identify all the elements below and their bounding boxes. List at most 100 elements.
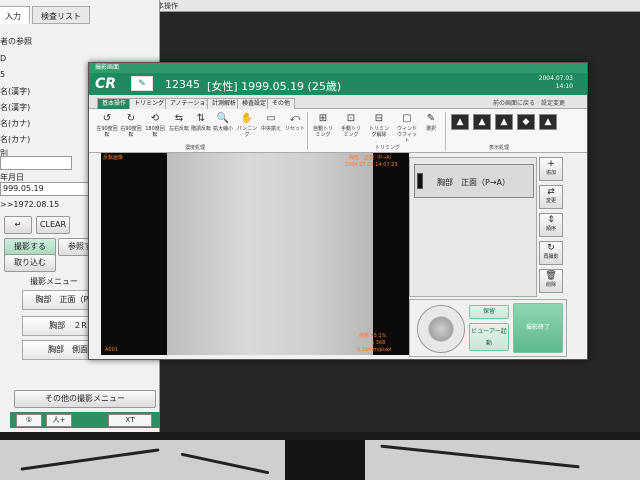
image-viewer[interactable]: 反転画像 胸部 正面（P→A） 2004.07.03 14:07:23 A001…	[101, 153, 409, 355]
rotate-left-button[interactable]: ↺ 左90度回転	[95, 113, 119, 143]
flip-horizontal-button[interactable]: ⇆ 左右反転	[167, 113, 191, 143]
tab-exam-list[interactable]: 検査リスト	[32, 6, 90, 24]
clear-button[interactable]: CLEAR	[36, 216, 70, 234]
exam-list: 胸部 正面（P→A）	[409, 157, 537, 297]
patient-edit-icon[interactable]: ✎	[131, 76, 153, 91]
magnifier-icon: 🔍	[216, 113, 230, 124]
window-fit-icon: ▢	[402, 113, 412, 124]
import-button[interactable]: 取り込む	[4, 254, 56, 272]
center-button[interactable]: ▭ 中央揃え	[259, 113, 283, 143]
reset-icon: ⤺	[289, 113, 301, 124]
pan-button[interactable]: ✋ パンニング	[235, 113, 259, 143]
viewer-overlay-pixel: 0.15mm/pixel	[357, 347, 392, 353]
rotate-right-button[interactable]: ↻ 右90度回転	[119, 113, 143, 143]
image-process-5-button[interactable]: ▲	[539, 114, 557, 130]
header-time: 14:10	[555, 83, 573, 90]
toolbar: ↺ 左90度回転 ↻ 右90度回転 ⟲ 180度回転 ⇆ 左右反転 ⇅ 階調反転 🔍 拡大縮…	[89, 109, 587, 153]
retake-button[interactable]: ↻ 再撮影	[539, 241, 563, 265]
invert-button[interactable]: ⇅ 階調反転	[189, 113, 213, 143]
patient-header: CR ✎ 12345 [女性] 1999.05.19 (25歳) 2004.07…	[89, 73, 587, 95]
manual-trim-button[interactable]: ⊡ 手動トリミング	[339, 113, 363, 143]
field-label: 者の参照	[0, 37, 32, 46]
invert-icon: ⇅	[196, 113, 206, 124]
viewer-overlay-invert: 反転画像	[103, 155, 124, 161]
viewer-overlay-exam: 胸部 正面（P→A）	[349, 155, 395, 161]
add-patient-button[interactable]: 人+	[46, 414, 72, 427]
rotate-180-button[interactable]: ⟲ 180度回転	[143, 113, 167, 143]
back-button[interactable]: ↵	[4, 216, 32, 234]
monitor-screen: 基本操作 入力 検査リスト 者の参照 D 5 名(漢字) 名(漢字) 名(カナ)…	[0, 0, 640, 432]
monitor-stand	[285, 440, 365, 480]
group-label: トリミング	[375, 145, 401, 151]
crop-icon: ⊞	[318, 113, 328, 124]
hold-button[interactable]: 保留	[469, 305, 509, 319]
tab-other[interactable]: その他	[267, 98, 296, 109]
other-menu-button[interactable]: その他の撮影メニュー	[14, 390, 156, 408]
hand-icon: ✋	[240, 113, 254, 124]
tab-basic[interactable]: 基本操作	[97, 98, 132, 109]
patient-info: [女性] 1999.05.19 (25歳)	[207, 80, 342, 93]
viewer-launch-button[interactable]: ビューアー起動	[469, 323, 509, 351]
image-process-2-button[interactable]: ▲	[473, 114, 491, 130]
toolbar-separator	[307, 112, 308, 150]
window-fit-button[interactable]: ▢ ウィンドウフィット	[395, 113, 419, 144]
center-icon: ▭	[266, 113, 276, 124]
background-window-titlebar	[145, 0, 640, 12]
capture-dialog: 撮影画面 CR ✎ 12345 [女性] 1999.05.19 (25歳) 20…	[88, 62, 588, 360]
info-button[interactable]: ①	[16, 414, 42, 427]
crop-release-icon: ⊟	[374, 113, 384, 124]
xt-button[interactable]: XT	[108, 414, 152, 427]
flip-icon: ⇆	[174, 113, 184, 124]
rotate-right-icon: ↻	[126, 113, 136, 124]
toolbar-separator	[445, 112, 446, 150]
tab-measure[interactable]: 計測解析	[207, 98, 242, 109]
field-label: 名(漢字)	[0, 87, 31, 96]
tab-input[interactable]: 入力	[0, 6, 30, 24]
birthdate-field[interactable]: 999.05.19	[0, 182, 92, 196]
crop-manual-icon: ⊡	[346, 113, 356, 124]
pen-icon: ✎	[426, 113, 436, 124]
patient-id: 12345	[165, 78, 200, 91]
delete-button[interactable]: 🗑 削除	[539, 269, 563, 293]
field-value: >>1972.08.15	[0, 200, 60, 209]
order-button[interactable]: ⇕ 順序	[539, 213, 563, 237]
joystick-knob[interactable]	[429, 317, 453, 341]
swap-icon: ⇄	[547, 187, 555, 197]
field-label: 名(漢字)	[0, 103, 31, 112]
xray-image	[167, 153, 373, 355]
header-date: 2004.07.03	[538, 75, 573, 82]
dialog-titlebar: 撮影画面	[89, 63, 587, 73]
sex-select[interactable]	[0, 156, 72, 170]
select-button[interactable]: ✎ 選択	[419, 113, 443, 143]
image-process-4-button[interactable]: ◆	[517, 114, 535, 130]
exam-item[interactable]: 胸部 正面（P→A）	[414, 164, 534, 198]
image-process-3-button[interactable]: ▲	[495, 114, 513, 130]
trim-release-button[interactable]: ⊟ トリミング解除	[367, 113, 391, 143]
tab-exam-settings[interactable]: 検査設定	[237, 98, 272, 109]
rotate-left-icon: ↺	[102, 113, 112, 124]
image-process-1-button[interactable]: ▲	[451, 114, 469, 130]
tab-bar: 基本操作 トリミング アノテーション 計測解析 検査設定 その他 前の画面に戻る…	[89, 95, 587, 109]
viewer-overlay-scale: 縮率 45.1%	[359, 333, 387, 339]
order-icon: ⇕	[547, 215, 555, 225]
back-settings-links[interactable]: 前の画面に戻る 設定変更	[493, 98, 565, 107]
change-button[interactable]: ⇄ 変更	[539, 185, 563, 209]
header-datetime: 2004.07.03 14:10	[539, 75, 573, 91]
finish-button[interactable]: 撮影終了	[513, 303, 563, 353]
add-button[interactable]: + 追加	[539, 157, 563, 181]
field-label: 名(カナ)	[0, 119, 31, 128]
auto-trim-button[interactable]: ⊞ 自動トリミング	[311, 113, 335, 143]
field-label: 名(カナ)	[0, 135, 31, 144]
rotate-180-icon: ⟲	[150, 113, 160, 124]
tab-trimming[interactable]: トリミング	[129, 98, 170, 109]
zoom-button[interactable]: 🔍 拡大縮小	[211, 113, 235, 143]
cr-logo: CR	[95, 76, 117, 92]
viewer-overlay-id: A001	[105, 347, 118, 353]
retake-icon: ↻	[547, 243, 555, 253]
return-icon: ↵	[14, 220, 22, 229]
viewer-overlay-s: S 368	[371, 340, 386, 346]
group-label: 表示処理	[489, 145, 510, 151]
viewer-overlay-time: 2004.07.03 14:07:23	[345, 162, 398, 168]
reset-button[interactable]: ⤺ リセット	[283, 113, 307, 143]
trash-icon: 🗑	[545, 271, 557, 281]
